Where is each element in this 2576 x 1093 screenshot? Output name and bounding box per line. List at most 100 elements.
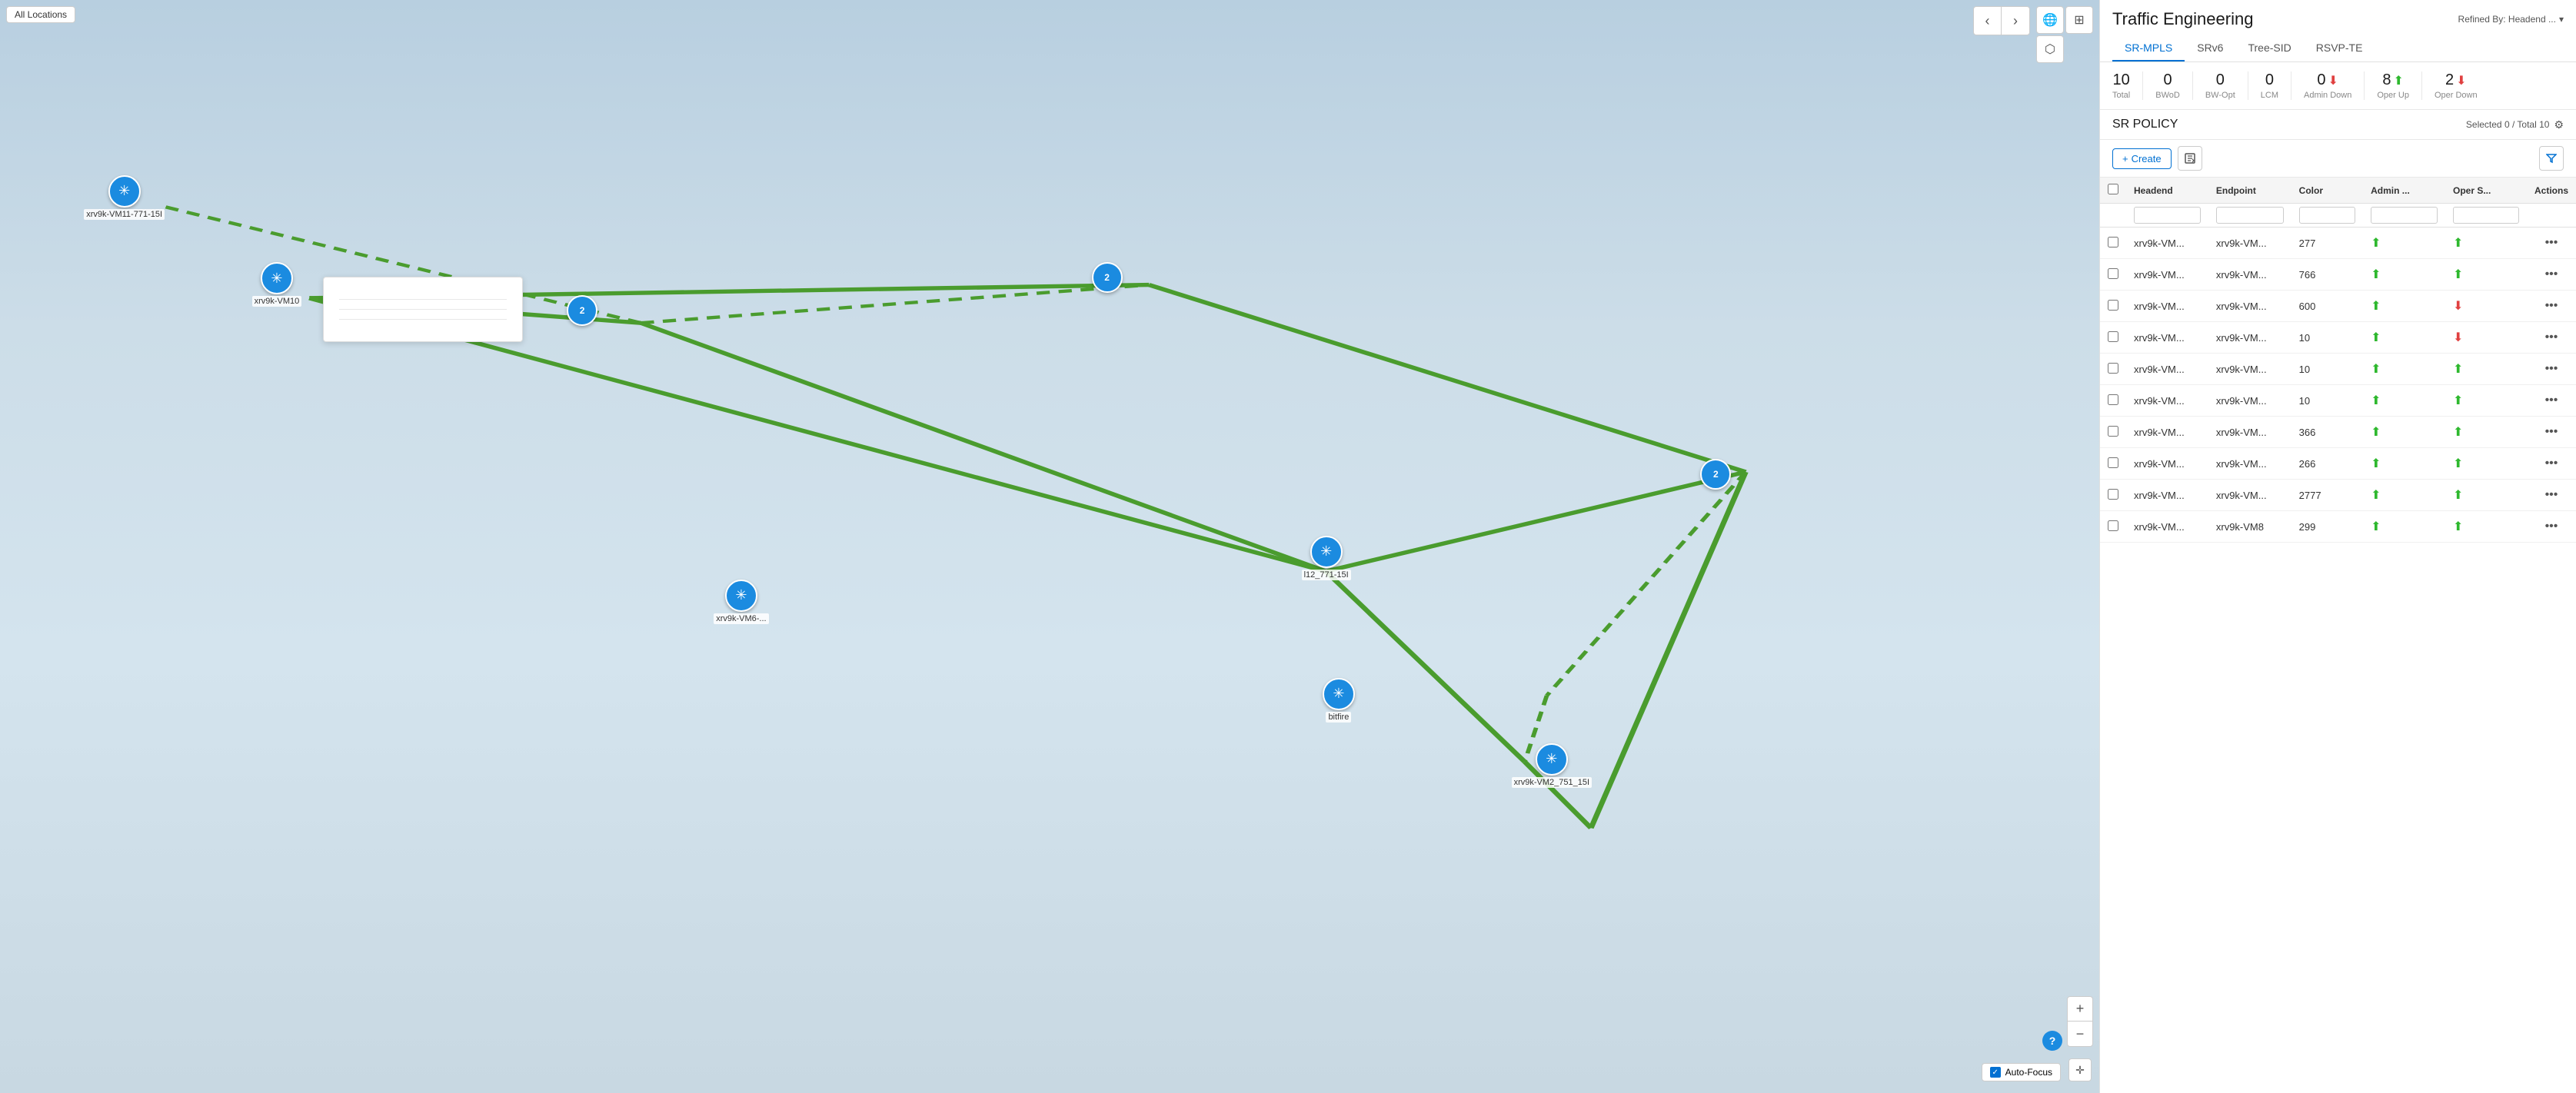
map-node-vm10[interactable]: ✳ xrv9k-VM10 <box>252 262 302 307</box>
filter-color-input[interactable] <box>2299 207 2355 224</box>
row-endpoint-1: xrv9k-VM... <box>2208 259 2291 291</box>
th-color[interactable]: Color <box>2291 178 2363 204</box>
map-node-vm11[interactable]: ✳ xrv9k-VM11-771-15I <box>84 175 165 220</box>
th-actions[interactable]: Actions <box>2527 178 2576 204</box>
tab-sr-mpls[interactable]: SR-MPLS <box>2112 35 2185 61</box>
map-node-2b[interactable]: 2 <box>1092 262 1123 293</box>
zoom-in-btn[interactable]: + <box>2068 997 2092 1022</box>
selected-total-label: Selected 0 / Total 10 <box>2466 119 2550 130</box>
map-node-bitfire[interactable]: ✳ bitfire <box>1323 678 1355 723</box>
table-row: xrv9k-VM... xrv9k-VM... 10 ⬆ ⬆ ••• <box>2100 385 2576 417</box>
globe-btn[interactable]: 🌐 <box>2036 6 2064 34</box>
layers-btn[interactable]: ⬡ <box>2036 35 2064 63</box>
table-body: xrv9k-VM... xrv9k-VM... 277 ⬆ ⬆ ••• xrv9… <box>2100 228 2576 543</box>
refined-by[interactable]: Refined By: Headend ... ▾ <box>2458 14 2564 25</box>
row-checkbox-9[interactable] <box>2108 520 2118 531</box>
compass-button[interactable]: ✛ <box>2068 1058 2092 1081</box>
more-actions-btn-8[interactable]: ••• <box>2541 487 2563 503</box>
settings-gear-icon[interactable]: ⚙ <box>2554 118 2564 131</box>
stat-oper-up[interactable]: 8 ⬆ Oper Up <box>2365 71 2422 100</box>
stat-bwod[interactable]: 0 BWoD <box>2143 71 2193 100</box>
table-row: xrv9k-VM... xrv9k-VM... 10 ⬆ ⬇ ••• <box>2100 322 2576 354</box>
map-node-vm6[interactable]: ✳ xrv9k-VM6-... <box>714 580 768 624</box>
row-checkbox-6[interactable] <box>2108 426 2118 437</box>
row-checkbox-1[interactable] <box>2108 268 2118 279</box>
stat-total-number: 10 <box>2113 71 2130 89</box>
filter-oper-input[interactable] <box>2453 207 2519 224</box>
row-endpoint-4: xrv9k-VM... <box>2208 354 2291 385</box>
row-checkbox-4[interactable] <box>2108 363 2118 374</box>
map-nav-left[interactable]: ‹ <box>1974 7 2002 35</box>
admin-status-icon-7: ⬆ <box>2371 457 2381 470</box>
more-actions-btn-7[interactable]: ••• <box>2541 455 2563 472</box>
node-label-vm2: xrv9k-VM2_751_15I <box>1512 777 1592 788</box>
map-nav-right[interactable]: › <box>2002 7 2029 35</box>
row-color-1: 766 <box>2291 259 2363 291</box>
help-button[interactable]: ? <box>2042 1031 2062 1051</box>
filter-admin-input[interactable] <box>2371 207 2438 224</box>
map-node-2a[interactable]: 2 <box>567 295 597 326</box>
stat-admin-down[interactable]: 0 ⬇ Admin Down <box>2291 71 2365 100</box>
auto-focus-checkbox[interactable]: ✓ <box>1990 1067 2001 1078</box>
row-checkbox-cell-1 <box>2100 259 2126 291</box>
th-endpoint[interactable]: Endpoint <box>2208 178 2291 204</box>
zoom-out-btn[interactable]: − <box>2068 1022 2092 1046</box>
row-endpoint-5: xrv9k-VM... <box>2208 385 2291 417</box>
filter-icon <box>2546 153 2557 164</box>
more-actions-btn-3[interactable]: ••• <box>2541 329 2563 346</box>
th-headend[interactable]: Headend <box>2126 178 2208 204</box>
filter-button[interactable] <box>2539 146 2564 171</box>
all-locations-badge[interactable]: All Locations <box>6 6 75 23</box>
row-headend-5: xrv9k-VM... <box>2126 385 2208 417</box>
more-actions-btn-5[interactable]: ••• <box>2541 392 2563 409</box>
th-admin[interactable]: Admin ... <box>2363 178 2445 204</box>
row-checkbox-8[interactable] <box>2108 489 2118 500</box>
row-color-8: 2777 <box>2291 480 2363 511</box>
filter-endpoint-input[interactable] <box>2216 207 2284 224</box>
row-admin-1: ⬆ <box>2363 259 2445 291</box>
create-button[interactable]: + Create <box>2112 148 2172 169</box>
oper-status-icon-0: ⬆ <box>2453 237 2463 250</box>
row-checkbox-0[interactable] <box>2108 237 2118 248</box>
more-actions-btn-6[interactable]: ••• <box>2541 424 2563 440</box>
admin-status-icon-5: ⬆ <box>2371 394 2381 407</box>
select-all-checkbox[interactable] <box>2108 184 2118 194</box>
stat-bwod-label: BWoD <box>2155 91 2180 100</box>
more-actions-btn-1[interactable]: ••• <box>2541 266 2563 283</box>
node-label-vm10: xrv9k-VM10 <box>252 296 302 307</box>
row-checkbox-3[interactable] <box>2108 331 2118 342</box>
stat-bw-opt[interactable]: 0 BW-Opt <box>2193 71 2248 100</box>
row-checkbox-cell-3 <box>2100 322 2126 354</box>
th-oper[interactable]: Oper S... <box>2445 178 2527 204</box>
map-node-vm2[interactable]: ✳ xrv9k-VM2_751_15I <box>1512 743 1592 788</box>
stat-total[interactable]: 10 Total <box>2112 71 2143 100</box>
row-checkbox-5[interactable] <box>2108 394 2118 405</box>
map-node-2c[interactable]: 2 <box>1700 459 1731 490</box>
stat-oper-down[interactable]: 2 ⬇ Oper Down <box>2422 71 2490 100</box>
topology-btn[interactable]: ⊞ <box>2065 6 2093 34</box>
row-headend-9: xrv9k-VM... <box>2126 511 2208 543</box>
row-color-7: 266 <box>2291 448 2363 480</box>
table-wrapper[interactable]: Headend Endpoint Color Admin ... Oper S.… <box>2100 178 2576 1093</box>
table-row: xrv9k-VM... xrv9k-VM... 366 ⬆ ⬆ ••• <box>2100 417 2576 448</box>
filter-headend-input[interactable] <box>2134 207 2201 224</box>
row-admin-6: ⬆ <box>2363 417 2445 448</box>
map-node-l12[interactable]: ✳ l12_771-15I <box>1302 536 1351 580</box>
map-container[interactable]: All Locations ‹ › 🌐 ⊞ ⬡ ✳ xrv9k-VM11-771… <box>0 0 2099 1093</box>
row-checkbox-2[interactable] <box>2108 300 2118 311</box>
tab-rsvp-te[interactable]: RSVP-TE <box>2304 35 2375 61</box>
more-actions-btn-9[interactable]: ••• <box>2541 518 2563 535</box>
node-label-vm11: xrv9k-VM11-771-15I <box>84 209 165 220</box>
tab-srv6[interactable]: SRv6 <box>2185 35 2235 61</box>
tab-tree-sid[interactable]: Tree-SID <box>2235 35 2303 61</box>
auto-focus-control[interactable]: ✓ Auto-Focus <box>1982 1063 2061 1081</box>
more-actions-btn-0[interactable]: ••• <box>2541 234 2563 251</box>
row-checkbox-7[interactable] <box>2108 457 2118 468</box>
right-panel: Traffic Engineering Refined By: Headend … <box>2099 0 2576 1093</box>
more-actions-btn-4[interactable]: ••• <box>2541 360 2563 377</box>
more-actions-btn-2[interactable]: ••• <box>2541 297 2563 314</box>
stat-oper-down-label: Oper Down <box>2435 91 2478 100</box>
stat-lcm[interactable]: 0 LCM <box>2248 71 2291 100</box>
row-endpoint-2: xrv9k-VM... <box>2208 291 2291 322</box>
export-button[interactable] <box>2178 146 2202 171</box>
